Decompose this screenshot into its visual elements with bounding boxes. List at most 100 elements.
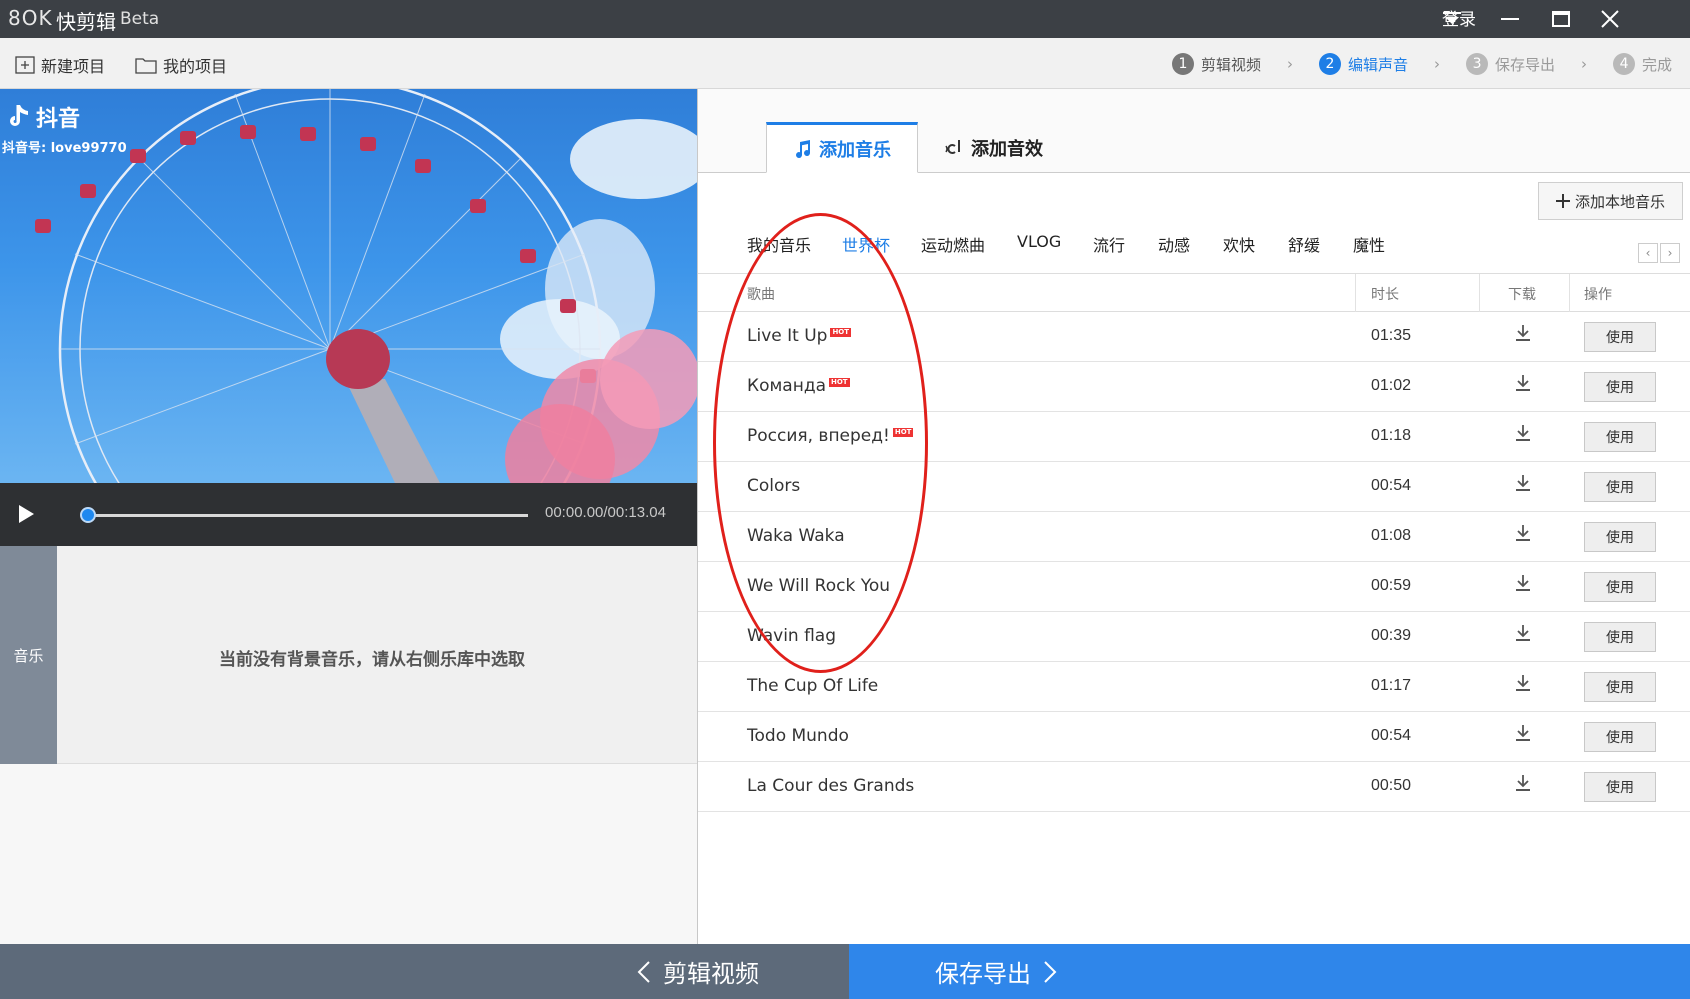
chevron-left-icon: ‹ [1645,246,1651,260]
table-row[interactable]: Todo Mundo 00:54 使用 [698,712,1690,762]
category-prev-button[interactable]: ‹ [1638,243,1658,263]
maximize-button[interactable] [1541,0,1581,38]
hot-badge: HOT [829,378,850,387]
chevron-right-icon: › [1581,55,1588,73]
new-project-button[interactable]: 新建项目 [15,53,105,77]
menu-dropdown-button[interactable] [1432,0,1472,38]
category-soothing[interactable]: 舒缓 [1288,232,1320,256]
tab-bar: 添加音乐 添加音效 [698,89,1690,173]
use-button[interactable]: 使用 [1584,322,1656,352]
use-button[interactable]: 使用 [1584,622,1656,652]
maximize-icon [1552,11,1570,27]
download-icon [1516,625,1530,641]
step-edit-video[interactable]: 1 剪辑视频 [1172,53,1261,75]
category-quirky[interactable]: 魔性 [1353,232,1385,256]
progress-track[interactable] [88,514,528,517]
category-vlog[interactable]: VLOG [1017,232,1061,251]
play-button[interactable] [16,503,36,529]
step-number: 4 [1613,53,1636,75]
header-duration: 时长 [1371,287,1399,303]
add-local-label: 添加本地音乐 [1574,192,1665,211]
song-title: Live It Up HOT [747,326,852,346]
song-duration: 01:35 [1371,327,1412,344]
category-next-button[interactable]: › [1660,243,1680,263]
use-button[interactable]: 使用 [1584,772,1656,802]
table-row[interactable]: La Cour des Grands 00:50 使用 [698,762,1690,812]
category-pop[interactable]: 流行 [1093,232,1125,256]
header-divider [1479,274,1480,312]
app-logo: 8OK [8,6,53,30]
next-label: 保存导出 [935,960,1031,988]
song-name: The Cup Of Life [747,676,879,696]
next-save-export-button[interactable]: 保存导出 [849,944,1690,999]
use-button[interactable]: 使用 [1584,572,1656,602]
use-button[interactable]: 使用 [1584,722,1656,752]
step-label: 编辑声音 [1348,55,1409,74]
step-number: 3 [1466,53,1489,75]
progress-handle[interactable] [80,507,96,523]
download-button[interactable] [1515,624,1531,646]
song-title: Wavin flag [747,626,836,646]
table-row[interactable]: We Will Rock You 00:59 使用 [698,562,1690,612]
use-button[interactable]: 使用 [1584,672,1656,702]
download-button[interactable] [1515,674,1531,696]
workflow-steps: 1 剪辑视频 › 2 编辑声音 › 3 保存导出 › 4 完成 [1172,52,1672,76]
song-title: Todo Mundo [747,726,849,746]
category-sports[interactable]: 运动燃曲 [921,232,985,256]
table-row[interactable]: Colors 00:54 使用 [698,462,1690,512]
category-cheerful[interactable]: 欢快 [1223,232,1255,256]
close-button[interactable] [1590,0,1630,38]
tab-add-effect[interactable]: 添加音效 [938,122,1048,173]
table-row[interactable]: Команда HOT 01:02 使用 [698,362,1690,412]
add-local-music-button[interactable]: 添加本地音乐 [1538,182,1683,220]
step-finish[interactable]: 4 完成 [1613,53,1672,75]
song-name: Live It Up [747,326,828,346]
step-label: 完成 [1642,55,1673,74]
use-button[interactable]: 使用 [1584,522,1656,552]
minimize-button[interactable] [1490,0,1530,38]
step-edit-audio[interactable]: 2 编辑声音 [1319,53,1408,75]
download-button[interactable] [1515,324,1531,346]
category-my-music[interactable]: 我的音乐 [747,232,811,256]
download-button[interactable] [1515,424,1531,446]
music-categories: 我的音乐 世界杯 运动燃曲 VLOG 流行 动感 欢快 舒缓 魔性 [698,232,1690,262]
category-world-cup[interactable]: 世界杯 [842,232,890,256]
table-row[interactable]: The Cup Of Life 01:17 使用 [698,662,1690,712]
table-row[interactable]: Россия, вперед! HOT 01:18 使用 [698,412,1690,462]
back-edit-video-button[interactable]: 剪辑视频 [0,944,849,999]
douyin-brand: 抖音 [36,107,81,132]
hot-badge: HOT [892,428,914,437]
song-name: Россия, вперед! [747,426,890,446]
song-duration: 01:17 [1371,677,1412,694]
download-button[interactable] [1515,774,1531,796]
download-button[interactable] [1515,574,1531,596]
category-dynamic[interactable]: 动感 [1158,232,1190,256]
table-row[interactable]: Live It Up HOT 01:35 使用 [698,312,1690,362]
table-row[interactable]: Waka Waka 01:08 使用 [698,512,1690,562]
song-title: We Will Rock You [747,576,890,596]
download-button[interactable] [1515,474,1531,496]
song-title: Waka Waka [747,526,845,546]
song-name: La Cour des Grands [747,776,915,796]
table-row[interactable]: Wavin flag 00:39 使用 [698,612,1690,662]
music-track-label: 音乐 [0,546,57,764]
song-duration: 01:08 [1371,527,1412,544]
download-icon [1516,325,1530,341]
header-divider [1355,274,1356,312]
my-projects-button[interactable]: 我的项目 [135,53,227,77]
use-button[interactable]: 使用 [1584,422,1656,452]
step-save-export[interactable]: 3 保存导出 [1466,53,1555,75]
song-duration: 00:50 [1371,777,1412,794]
download-button[interactable] [1515,724,1531,746]
use-button[interactable]: 使用 [1584,472,1656,502]
use-button[interactable]: 使用 [1584,372,1656,402]
download-button[interactable] [1515,524,1531,546]
chevron-right-icon: › [1434,55,1441,73]
sound-effect-icon [945,139,960,154]
song-title: The Cup Of Life [747,676,878,696]
download-button[interactable] [1515,374,1531,396]
chevron-right-icon: › [1287,55,1294,73]
tab-add-music[interactable]: 添加音乐 [766,122,918,173]
download-icon [1516,725,1530,741]
song-name: Wavin flag [747,626,837,646]
